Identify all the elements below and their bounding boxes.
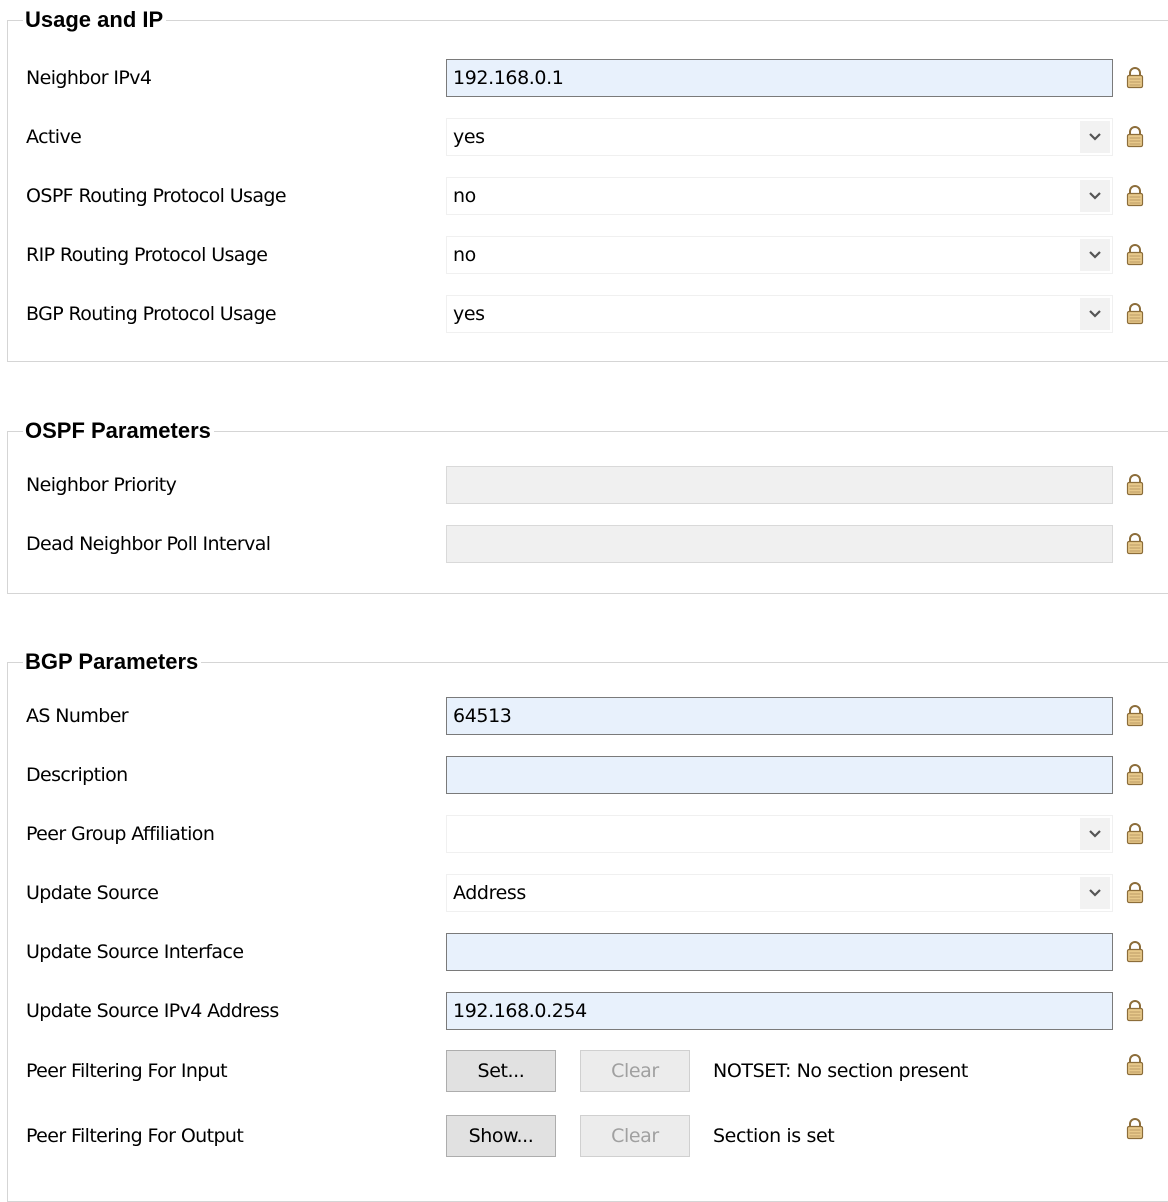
active-select[interactable]: yes: [446, 118, 1113, 156]
rip-usage-select[interactable]: no: [446, 236, 1113, 274]
bgp-usage-row: BGP Routing Protocol Usage yes: [8, 294, 1168, 334]
bgp-usage-label: BGP Routing Protocol Usage: [26, 303, 277, 325]
lock-icon[interactable]: [1125, 1054, 1145, 1076]
peer-group-label: Peer Group Affiliation: [26, 823, 215, 845]
lock-icon[interactable]: [1125, 705, 1145, 727]
update-source-ipv4-row: Update Source IPv4 Address 192.168.0.254: [8, 991, 1168, 1031]
bgp-usage-select[interactable]: yes: [446, 295, 1113, 333]
clear-input-button[interactable]: Clear: [580, 1050, 690, 1092]
lock-icon[interactable]: [1125, 882, 1145, 904]
dead-poll-interval-row: Dead Neighbor Poll Interval: [8, 524, 1168, 564]
lock-icon[interactable]: [1125, 764, 1145, 786]
description-label: Description: [26, 764, 128, 786]
update-source-interface-input[interactable]: [446, 933, 1113, 971]
as-number-label: AS Number: [26, 705, 129, 727]
chevron-down-icon[interactable]: [1080, 877, 1110, 909]
filter-input-label: Peer Filtering For Input: [26, 1060, 228, 1082]
update-source-interface-label: Update Source Interface: [26, 941, 244, 963]
filter-input-row: Peer Filtering For Input Set... Clear NO…: [8, 1050, 1168, 1092]
lock-icon[interactable]: [1125, 823, 1145, 845]
clear-output-button[interactable]: Clear: [580, 1115, 690, 1157]
description-row: Description: [8, 755, 1168, 795]
update-source-select[interactable]: Address: [446, 874, 1113, 912]
ospf-parameters-title: OSPF Parameters: [23, 415, 214, 447]
chevron-down-icon[interactable]: [1080, 298, 1110, 330]
active-row: Active yes: [8, 117, 1168, 157]
ospf-usage-select-value: no: [453, 185, 476, 207]
lock-icon[interactable]: [1125, 126, 1145, 148]
update-source-label: Update Source: [26, 882, 159, 904]
neighbor-ipv4-row: Neighbor IPv4 192.168.0.1: [8, 58, 1168, 98]
ospf-usage-select[interactable]: no: [446, 177, 1113, 215]
neighbor-priority-input[interactable]: [446, 466, 1113, 504]
rip-usage-label: RIP Routing Protocol Usage: [26, 244, 268, 266]
lock-icon[interactable]: [1125, 185, 1145, 207]
lock-icon[interactable]: [1125, 474, 1145, 496]
description-input[interactable]: [446, 756, 1113, 794]
update-source-ipv4-label: Update Source IPv4 Address: [26, 1000, 279, 1022]
rip-usage-select-value: no: [453, 244, 476, 266]
neighbor-priority-label: Neighbor Priority: [26, 474, 177, 496]
dead-poll-interval-label: Dead Neighbor Poll Interval: [26, 533, 271, 555]
as-number-row: AS Number 64513: [8, 696, 1168, 736]
filter-output-row: Peer Filtering For Output Show... Clear …: [8, 1115, 1168, 1157]
set-button[interactable]: Set...: [446, 1050, 556, 1092]
ospf-usage-label: OSPF Routing Protocol Usage: [26, 185, 287, 207]
filter-output-label: Peer Filtering For Output: [26, 1125, 244, 1147]
neighbor-ipv4-label: Neighbor IPv4: [26, 67, 152, 89]
bgp-parameters-title: BGP Parameters: [23, 646, 202, 678]
bgp-parameters-group: BGP Parameters AS Number 64513 Descripti…: [7, 646, 1168, 1202]
peer-group-row: Peer Group Affiliation: [8, 814, 1168, 854]
usage-ip-title: Usage and IP: [23, 4, 167, 36]
as-number-input[interactable]: 64513: [446, 697, 1113, 735]
peer-group-select[interactable]: [446, 815, 1113, 853]
lock-icon[interactable]: [1125, 1000, 1145, 1022]
update-source-select-value: Address: [453, 882, 526, 904]
active-label: Active: [26, 126, 82, 148]
lock-icon[interactable]: [1125, 533, 1145, 555]
ospf-parameters-group: OSPF Parameters Neighbor Priority Dead N…: [7, 415, 1168, 594]
show-button[interactable]: Show...: [446, 1115, 556, 1157]
chevron-down-icon[interactable]: [1080, 818, 1110, 850]
neighbor-ipv4-input[interactable]: 192.168.0.1: [446, 59, 1113, 97]
dead-poll-interval-input[interactable]: [446, 525, 1113, 563]
update-source-row: Update Source Address: [8, 873, 1168, 913]
lock-icon[interactable]: [1125, 941, 1145, 963]
chevron-down-icon[interactable]: [1080, 121, 1110, 153]
rip-usage-row: RIP Routing Protocol Usage no: [8, 235, 1168, 275]
ospf-usage-row: OSPF Routing Protocol Usage no: [8, 176, 1168, 216]
active-select-value: yes: [453, 126, 485, 148]
lock-icon[interactable]: [1125, 244, 1145, 266]
filter-input-status: NOTSET: No section present: [713, 1060, 968, 1082]
chevron-down-icon[interactable]: [1080, 180, 1110, 212]
lock-icon[interactable]: [1125, 303, 1145, 325]
update-source-ipv4-input[interactable]: 192.168.0.254: [446, 992, 1113, 1030]
lock-icon[interactable]: [1125, 67, 1145, 89]
bgp-usage-select-value: yes: [453, 303, 485, 325]
chevron-down-icon[interactable]: [1080, 239, 1110, 271]
lock-icon[interactable]: [1125, 1118, 1145, 1140]
neighbor-priority-row: Neighbor Priority: [8, 465, 1168, 505]
update-source-interface-row: Update Source Interface: [8, 932, 1168, 972]
filter-output-status: Section is set: [713, 1125, 835, 1147]
usage-ip-group: Usage and IP Neighbor IPv4 192.168.0.1 A…: [7, 4, 1168, 362]
